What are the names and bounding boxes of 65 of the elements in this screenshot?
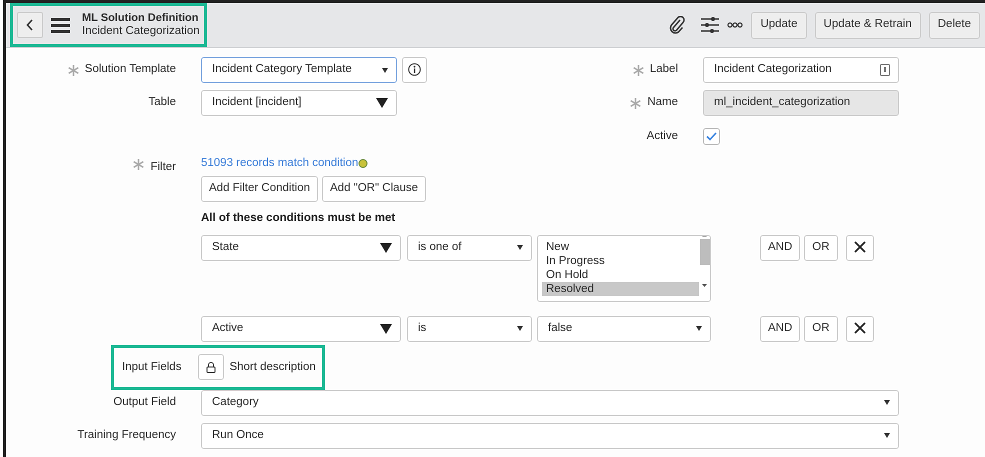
more-icon <box>727 22 744 28</box>
caret-icon <box>884 400 890 406</box>
caret-icon <box>380 324 392 334</box>
list-option[interactable]: In Progress <box>542 254 699 268</box>
close-icon <box>854 241 866 254</box>
filter-button[interactable]: Add Filter Condition <box>201 176 318 202</box>
caret-icon <box>380 242 392 253</box>
field-label: Training Frequency <box>77 428 176 444</box>
select-field[interactable]: Category <box>201 390 899 416</box>
caret-icon <box>376 98 388 108</box>
operator-select[interactable]: is one of <box>407 234 532 261</box>
remove-button[interactable] <box>846 316 874 342</box>
field-label: Name <box>647 95 678 110</box>
condition-button[interactable]: AND <box>760 316 800 342</box>
select-field[interactable]: Run Once <box>201 422 899 449</box>
remove-button[interactable] <box>846 234 874 261</box>
record-title: Incident Categorization <box>82 25 200 38</box>
field-select[interactable]: State <box>201 234 401 261</box>
condition-button[interactable]: AND <box>760 234 800 261</box>
lock-icon <box>206 360 216 373</box>
select-field[interactable]: Incident Category Template <box>201 57 397 83</box>
close-icon <box>854 322 866 334</box>
text-field[interactable]: Incident Categorization <box>703 57 899 83</box>
field-label: Output Field <box>113 395 176 410</box>
field-label: Filter <box>150 160 176 176</box>
field-select[interactable]: Active <box>201 316 401 342</box>
list-option[interactable]: Resolved <box>542 282 699 296</box>
condition-button[interactable]: OR <box>804 234 838 261</box>
field-label: Active <box>646 129 678 144</box>
form-title: ML Solution Definition <box>82 12 200 25</box>
menu-icon <box>51 18 70 32</box>
field-value: Short description <box>229 360 316 375</box>
filter-button[interactable]: Add "OR" Clause <box>322 176 426 202</box>
list-option[interactable]: On Hold <box>542 268 699 282</box>
readonly-field: ml_incident_categorization <box>703 90 899 116</box>
list-option[interactable]: New <box>542 240 699 254</box>
value-select[interactable]: false <box>537 316 711 342</box>
info-button[interactable] <box>402 57 427 83</box>
header-button[interactable]: Update <box>751 12 807 38</box>
checkbox[interactable] <box>703 128 720 146</box>
info-icon <box>408 62 421 76</box>
field-label: Solution Template <box>84 62 176 78</box>
field-icon <box>880 64 890 76</box>
paperclip-icon <box>669 16 686 34</box>
select-field[interactable]: Incident [incident] <box>201 90 397 116</box>
caret-icon <box>382 68 388 72</box>
match-count-link[interactable]: 51093 records match condition <box>201 155 358 172</box>
conditions-heading: All of these conditions must be met <box>201 210 396 226</box>
header-button[interactable]: Delete <box>928 12 980 38</box>
check-icon <box>706 132 717 142</box>
sliders-icon <box>701 17 720 33</box>
condition-button[interactable]: OR <box>804 316 838 342</box>
caret-icon <box>696 326 702 332</box>
field-label: Label <box>650 62 678 78</box>
field-label: Input Fields <box>122 360 182 375</box>
operator-select[interactable]: is <box>407 316 532 342</box>
back-button[interactable] <box>17 12 43 38</box>
header-button[interactable]: Update & Retrain <box>814 12 921 38</box>
back-icon <box>26 19 34 31</box>
lock-button[interactable] <box>198 354 224 380</box>
field-label: Table <box>148 95 176 110</box>
caret-icon <box>517 245 523 250</box>
caret-icon <box>517 326 523 332</box>
value-listbox[interactable]: New In Progress On Hold Resolved <box>537 234 711 302</box>
caret-icon <box>884 433 890 438</box>
